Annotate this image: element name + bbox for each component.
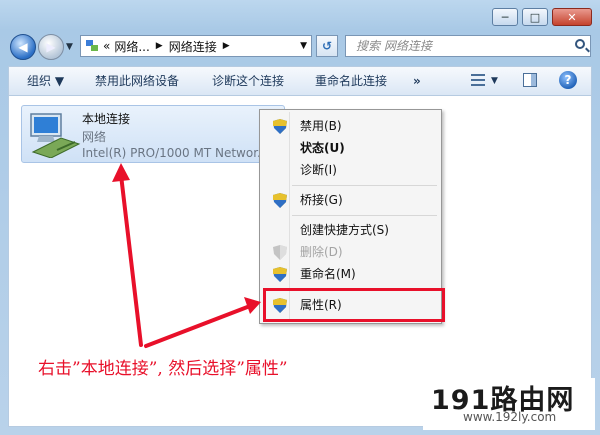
- arrow-to-properties: [144, 304, 252, 348]
- watermark: 191路由网 www.192ly.com: [423, 378, 595, 430]
- watermark-url: www.192ly.com: [463, 410, 557, 424]
- arrowhead-up-icon: [112, 163, 130, 182]
- arrow-to-connection: [119, 173, 143, 347]
- explorer-window: ─ □ ✕ ◀ ▶ ▼ « 网络... ▶ 网络连接 ▶ ▼ ↺ 搜索 网络连接…: [0, 0, 600, 435]
- instruction-annotation: 右击”本地连接”, 然后选择”属性”: [38, 359, 288, 379]
